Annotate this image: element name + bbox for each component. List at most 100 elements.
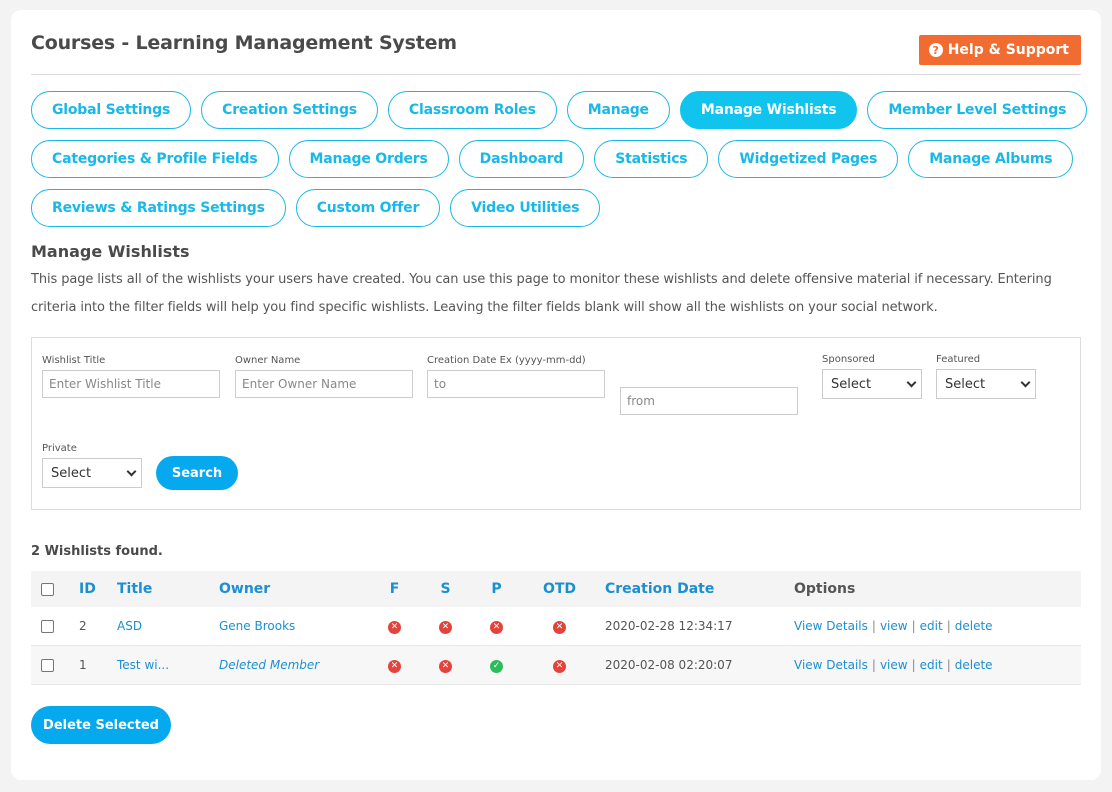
nav-tabs: Global Settings Creation Settings Classr… [31, 91, 1091, 227]
tab-widgetized-pages[interactable]: Widgetized Pages [718, 140, 899, 178]
row-options: View Details | view | edit | delete [794, 658, 1074, 672]
search-button[interactable]: Search [156, 456, 238, 490]
page-header: Courses - Learning Management System ? H… [31, 32, 1081, 75]
filter-form: Wishlist Title Owner Name Creation Date … [31, 337, 1081, 510]
tab-manage[interactable]: Manage [566, 91, 670, 129]
main-panel: Courses - Learning Management System ? H… [11, 10, 1101, 780]
featured-select[interactable]: Select [936, 369, 1036, 399]
row-select-cell [31, 658, 79, 672]
x-circle-icon[interactable]: ✕ [388, 621, 401, 634]
tab-manage-orders[interactable]: Manage Orders [288, 140, 449, 178]
separator: | [946, 658, 951, 672]
row-checkbox[interactable] [41, 658, 54, 672]
x-circle-icon[interactable]: ✕ [439, 660, 452, 673]
tab-classroom-roles[interactable]: Classroom Roles [387, 91, 557, 129]
col-owner[interactable]: Owner [219, 581, 369, 597]
view-details-link[interactable]: View Details [794, 619, 868, 633]
col-creation-date[interactable]: Creation Date [597, 581, 794, 597]
creation-date-from-field [620, 387, 798, 415]
private-select[interactable]: Select [42, 458, 142, 488]
otd-status: ✕ [522, 657, 597, 673]
owner-name-field: Owner Name [235, 355, 413, 398]
tab-member-level-settings[interactable]: Member Level Settings [867, 91, 1088, 129]
tab-global-settings[interactable]: Global Settings [31, 91, 192, 129]
sponsored-selected-value: Select [831, 376, 872, 392]
tab-statistics[interactable]: Statistics [594, 140, 709, 178]
sponsored-field: Sponsored Select [822, 354, 922, 399]
row-title-link[interactable]: Test wi... [117, 658, 219, 672]
view-details-link[interactable]: View Details [794, 658, 868, 672]
row-title-link[interactable]: ASD [117, 619, 219, 633]
featured-field: Featured Select [936, 354, 1036, 399]
help-support-button[interactable]: ? Help & Support [918, 35, 1081, 65]
row-owner-link[interactable]: Gene Brooks [219, 619, 369, 633]
delete-selected-button[interactable]: Delete Selected [31, 706, 171, 744]
col-private[interactable]: P [471, 581, 522, 597]
separator: | [871, 658, 876, 672]
section-description: This page lists all of the wishlists you… [31, 272, 1052, 315]
delete-link[interactable]: delete [955, 619, 993, 633]
tab-creation-settings[interactable]: Creation Settings [201, 91, 378, 129]
private-field: Private Select [42, 443, 142, 488]
owner-name-input[interactable] [235, 370, 413, 398]
table-row: 1 Test wi... Deleted Member ✕ ✕ ✓ ✕ 2020… [31, 646, 1081, 685]
sponsored-status: ✕ [420, 618, 471, 634]
row-creation-date: 2020-02-08 02:20:07 [605, 658, 733, 672]
col-options: Options [794, 581, 856, 597]
featured-status: ✕ [369, 657, 420, 673]
wishlist-title-field: Wishlist Title [42, 355, 220, 398]
chevron-down-icon [1020, 377, 1031, 387]
x-circle-icon[interactable]: ✕ [553, 660, 566, 673]
chevron-down-icon [906, 377, 917, 387]
edit-link[interactable]: edit [920, 619, 943, 633]
row-creation-date: 2020-02-28 12:34:17 [605, 619, 733, 633]
select-all-cell [31, 582, 79, 596]
x-circle-icon[interactable]: ✕ [490, 621, 503, 634]
sponsored-status: ✕ [420, 657, 471, 673]
tab-reviews-ratings-settings[interactable]: Reviews & Ratings Settings [31, 189, 286, 227]
x-circle-icon[interactable]: ✕ [553, 621, 566, 634]
row-select-cell [31, 619, 79, 633]
chevron-down-icon [126, 466, 137, 476]
question-circle-icon: ? [928, 43, 943, 57]
delete-link[interactable]: delete [955, 658, 993, 672]
x-circle-icon[interactable]: ✕ [439, 621, 452, 634]
row-checkbox[interactable] [41, 619, 54, 633]
view-link[interactable]: view [880, 619, 908, 633]
creation-date-field: Creation Date Ex (yyyy-mm-dd) [427, 355, 605, 398]
separator: | [946, 619, 951, 633]
col-title[interactable]: Title [117, 581, 219, 597]
separator: | [911, 658, 916, 672]
tab-custom-offer[interactable]: Custom Offer [295, 189, 441, 227]
col-sponsored[interactable]: S [420, 581, 471, 597]
col-otd[interactable]: OTD [522, 581, 597, 597]
tab-video-utilities[interactable]: Video Utilities [450, 189, 601, 227]
select-all-checkbox[interactable] [41, 582, 54, 596]
check-circle-icon[interactable]: ✓ [490, 660, 503, 673]
page-title: Courses - Learning Management System [31, 32, 457, 54]
creation-date-label: Creation Date Ex (yyyy-mm-dd) [427, 355, 586, 366]
separator: | [911, 619, 916, 633]
col-featured[interactable]: F [369, 581, 420, 597]
tab-categories-profile-fields[interactable]: Categories & Profile Fields [31, 140, 279, 178]
creation-date-from-input[interactable] [620, 387, 798, 415]
private-selected-value: Select [51, 465, 92, 481]
tab-manage-wishlists[interactable]: Manage Wishlists [679, 91, 858, 129]
x-circle-icon[interactable]: ✕ [388, 660, 401, 673]
creation-date-to-input[interactable] [427, 370, 605, 398]
results-count: 2 Wishlists found. [31, 544, 163, 559]
separator: | [871, 619, 876, 633]
tab-manage-albums[interactable]: Manage Albums [908, 140, 1074, 178]
private-label: Private [42, 443, 77, 454]
wishlist-title-label: Wishlist Title [42, 355, 106, 366]
wishlist-title-input[interactable] [42, 370, 220, 398]
tab-dashboard[interactable]: Dashboard [458, 140, 585, 178]
edit-link[interactable]: edit [920, 658, 943, 672]
row-owner-deleted: Deleted Member [219, 658, 320, 672]
featured-selected-value: Select [945, 376, 986, 392]
view-link[interactable]: view [880, 658, 908, 672]
wishlists-table: ID Title Owner F S P OTD Creation Date O… [31, 571, 1081, 685]
col-id[interactable]: ID [79, 581, 117, 597]
sponsored-select[interactable]: Select [822, 369, 922, 399]
section-title: Manage Wishlists [31, 242, 190, 261]
